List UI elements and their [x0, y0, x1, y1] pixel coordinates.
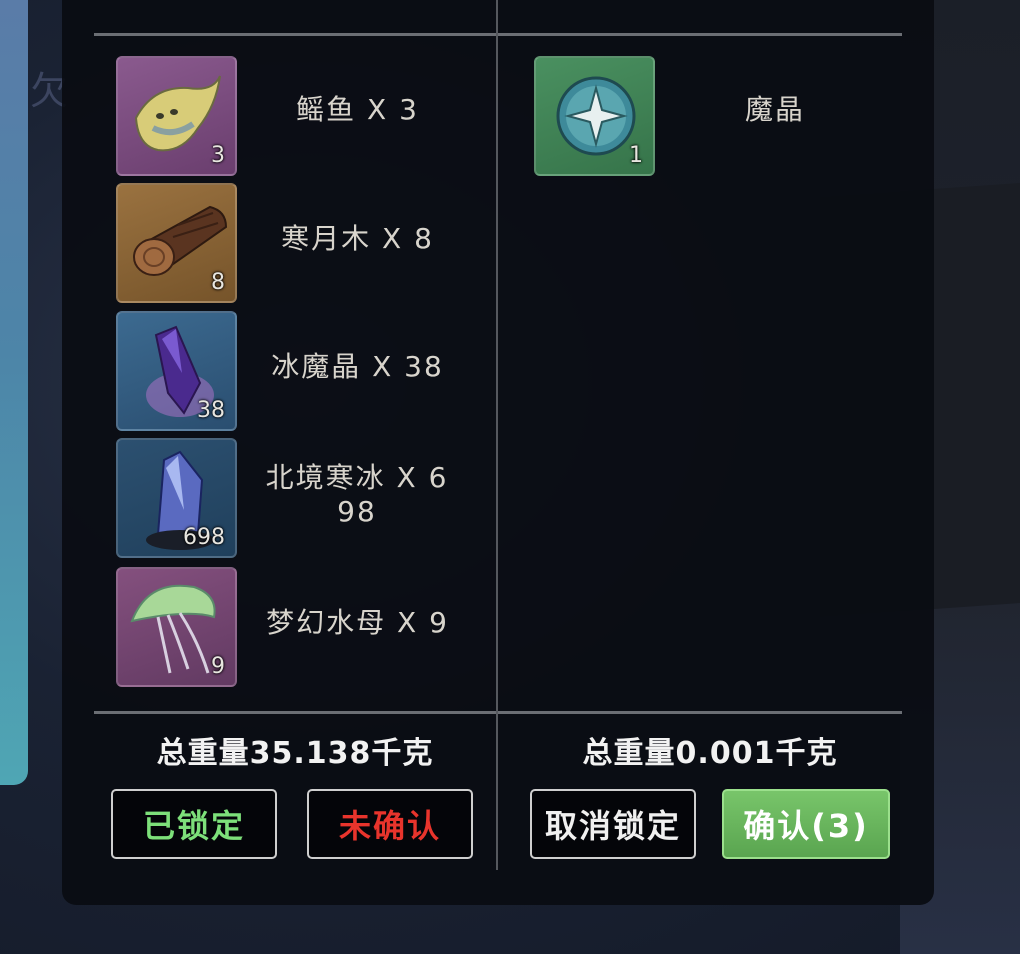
left-item-stingray[interactable]: 3 [116, 56, 237, 176]
item-quantity: 698 [183, 525, 225, 550]
confirm-button[interactable]: 确认(3) [722, 789, 890, 859]
left-item-north-ice[interactable]: 698 [116, 438, 237, 558]
background-side-panel [0, 0, 28, 785]
item-name: 寒月木 X 8 [281, 222, 434, 255]
cancel-lock-button[interactable]: 取消锁定 [530, 789, 696, 859]
right-total-weight: 总重量0.001千克 [582, 736, 838, 771]
center-divider [496, 0, 498, 870]
item-slot[interactable]: 3 [116, 56, 237, 176]
item-slot[interactable]: 8 [116, 183, 237, 303]
item-slot[interactable]: 698 [116, 438, 237, 558]
left-item-log[interactable]: 8 [116, 183, 237, 303]
item-name: 北境寒冰 X 6 98 [265, 461, 449, 528]
item-quantity: 8 [211, 270, 225, 295]
left-total-weight: 总重量35.138千克 [156, 736, 434, 771]
item-name: 魔晶 [744, 93, 805, 126]
item-slot[interactable]: 9 [116, 567, 237, 687]
item-quantity: 3 [211, 143, 225, 168]
bottom-divider-line [94, 711, 902, 714]
item-quantity: 9 [211, 654, 225, 679]
top-divider-line [94, 33, 902, 36]
left-item-jellyfish[interactable]: 9 [116, 567, 237, 687]
item-name: 鳐鱼 X 3 [296, 93, 419, 126]
item-slot[interactable]: 1 [534, 56, 655, 176]
left-item-ice-crystal[interactable]: 38 [116, 311, 237, 431]
item-quantity: 1 [629, 143, 643, 168]
item-name: 梦幻水母 X 9 [266, 606, 449, 639]
right-item-magic-crystal[interactable]: 1 [534, 56, 655, 176]
item-slot[interactable]: 38 [116, 311, 237, 431]
locked-status-button[interactable]: 已锁定 [111, 789, 277, 859]
unconfirmed-status-button[interactable]: 未确认 [307, 789, 473, 859]
item-name: 冰魔晶 X 38 [271, 350, 444, 383]
item-quantity: 38 [197, 398, 225, 423]
